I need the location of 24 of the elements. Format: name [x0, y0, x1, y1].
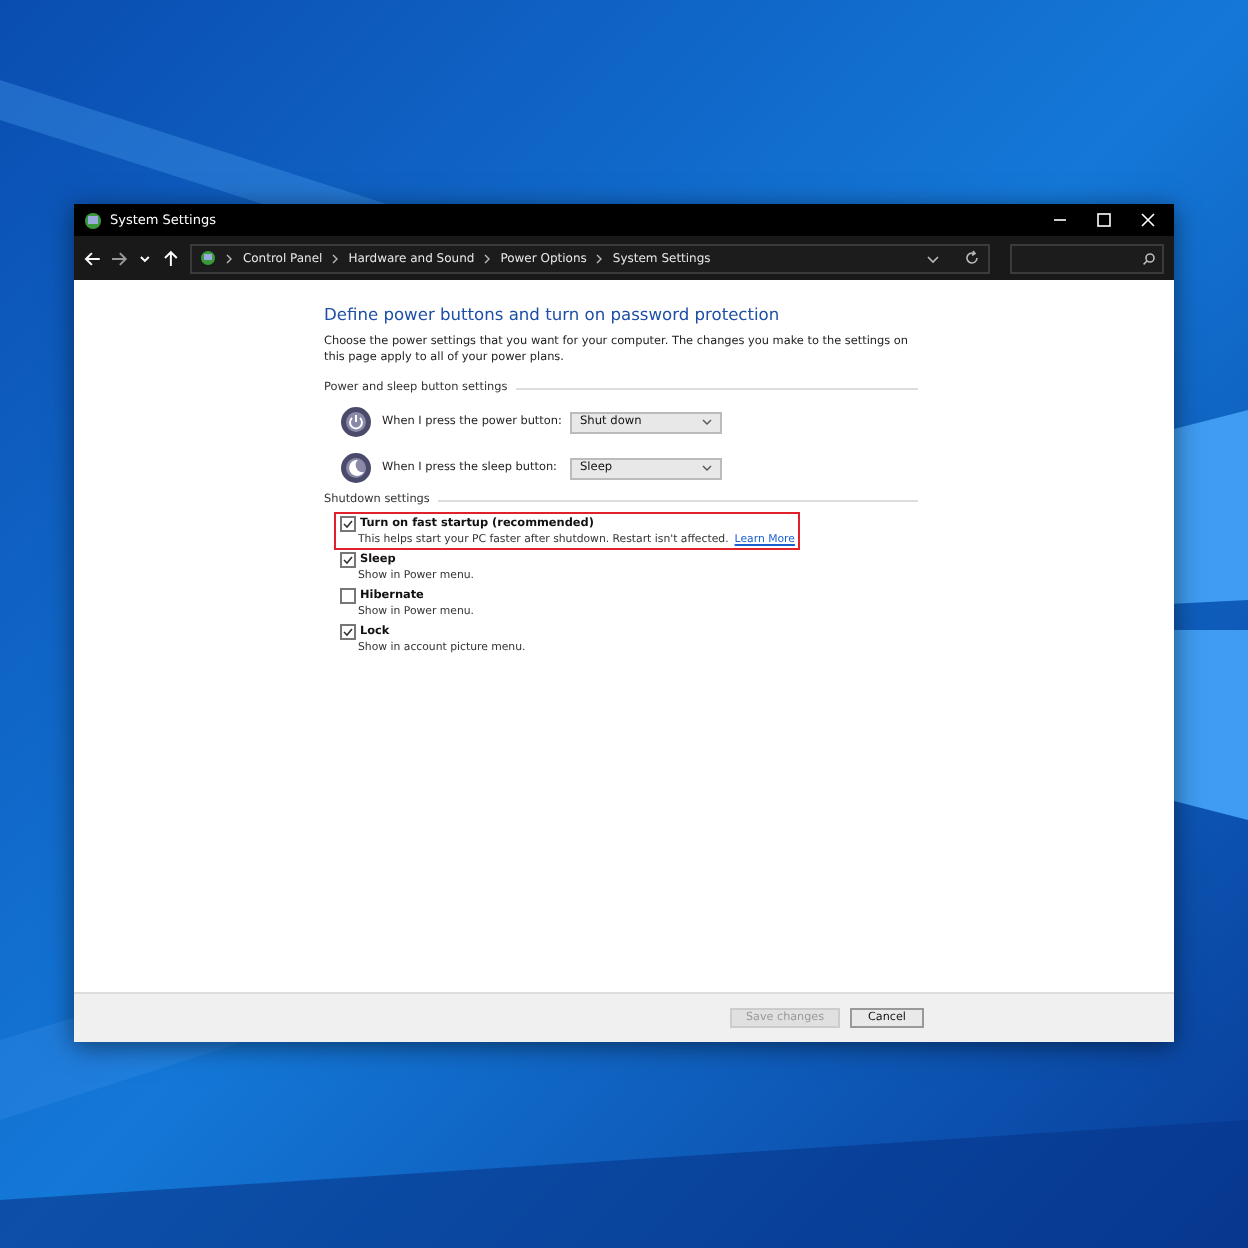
control-panel-icon	[200, 250, 217, 266]
checkbox[interactable]	[340, 624, 356, 640]
moon-icon	[340, 452, 372, 484]
power-icon	[340, 406, 372, 438]
chevron-icon	[330, 253, 341, 263]
page-heading: Define power buttons and turn on password protection	[324, 304, 782, 324]
close-icon[interactable]	[1138, 210, 1158, 230]
chevron-icon	[594, 253, 605, 263]
app-icon	[84, 211, 102, 229]
dropdown-icon[interactable]	[926, 251, 941, 265]
chevron-icon	[702, 418, 712, 426]
checkbox[interactable]	[340, 552, 356, 568]
checkbox[interactable]	[340, 516, 356, 532]
checkbox[interactable]	[340, 588, 356, 604]
chevron-icon	[702, 464, 712, 472]
chevron-icon	[224, 253, 235, 263]
maximize-icon[interactable]	[1094, 210, 1114, 230]
chevron-icon	[482, 253, 493, 263]
search-icon	[1142, 251, 1157, 265]
forward-arrow-icon[interactable]	[109, 249, 128, 267]
search-field[interactable]	[1010, 243, 1165, 273]
refresh-icon[interactable]	[964, 250, 981, 266]
back-arrow-icon[interactable]	[84, 249, 102, 267]
up-arrow-icon[interactable]	[161, 249, 179, 267]
